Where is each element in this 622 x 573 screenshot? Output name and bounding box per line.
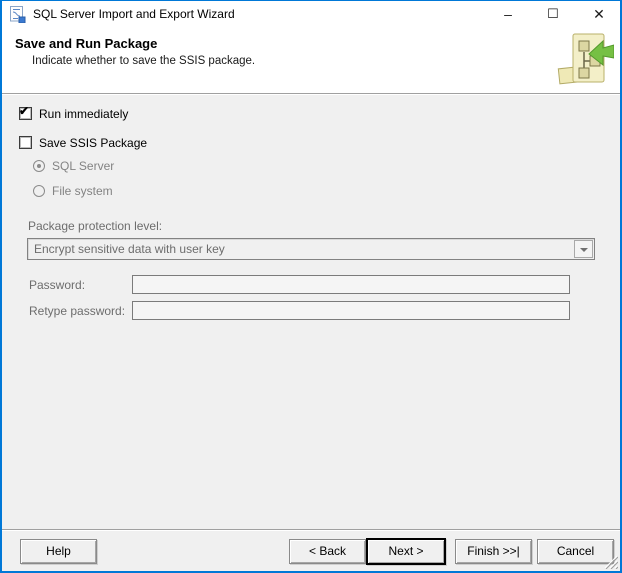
next-button[interactable]: Next > bbox=[366, 538, 446, 565]
checkmark-icon bbox=[19, 134, 32, 147]
window-title: SQL Server Import and Export Wizard bbox=[33, 1, 235, 28]
back-button[interactable]: < Back bbox=[289, 539, 366, 564]
maximize-icon[interactable]: ☐ bbox=[535, 1, 571, 28]
run-immediately-checkbox[interactable]: ✔ bbox=[19, 107, 32, 120]
close-icon[interactable]: ✕ bbox=[581, 1, 617, 28]
wizard-app-icon bbox=[9, 6, 26, 23]
save-ssis-label[interactable]: Save SSIS Package bbox=[39, 136, 147, 150]
save-ssis-checkbox[interactable] bbox=[19, 136, 32, 149]
header-divider bbox=[2, 93, 620, 94]
retype-password-field bbox=[132, 301, 570, 320]
footer-divider bbox=[2, 529, 620, 530]
page-subtitle: Indicate whether to save the SSIS packag… bbox=[32, 55, 255, 67]
run-immediately-label[interactable]: Run immediately bbox=[39, 107, 128, 121]
help-button[interactable]: Help bbox=[20, 539, 97, 564]
sql-server-label: SQL Server bbox=[52, 159, 114, 173]
resize-grip[interactable] bbox=[603, 554, 618, 569]
password-field bbox=[132, 275, 570, 294]
ssis-package-icon bbox=[556, 30, 614, 90]
protection-level-label: Package protection level: bbox=[28, 219, 162, 233]
password-label: Password: bbox=[29, 278, 85, 292]
protection-level-value: Encrypt sensitive data with user key bbox=[34, 239, 225, 259]
chevron-down-icon bbox=[580, 248, 588, 252]
titlebar[interactable]: SQL Server Import and Export Wizard – ☐ … bbox=[2, 1, 620, 28]
file-system-radio bbox=[33, 185, 45, 197]
checkmark-icon: ✔ bbox=[19, 105, 32, 118]
dropdown-button bbox=[574, 240, 593, 258]
sql-server-radio bbox=[33, 160, 45, 172]
wizard-page-header: Save and Run Package Indicate whether to… bbox=[2, 28, 620, 93]
finish-button[interactable]: Finish >>| bbox=[455, 539, 532, 564]
retype-password-label: Retype password: bbox=[29, 304, 125, 318]
wizard-window: SQL Server Import and Export Wizard – ☐ … bbox=[0, 0, 622, 573]
file-system-label: File system bbox=[52, 184, 113, 198]
protection-level-dropdown: Encrypt sensitive data with user key bbox=[27, 238, 595, 260]
page-title: Save and Run Package bbox=[15, 36, 157, 51]
minimize-icon[interactable]: – bbox=[490, 1, 526, 28]
